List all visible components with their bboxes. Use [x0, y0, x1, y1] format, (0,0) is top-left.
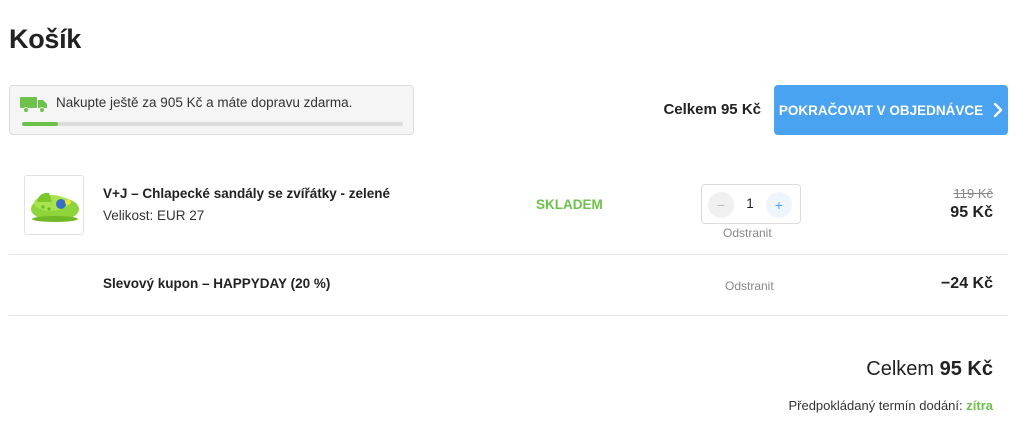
page-title: Košík [9, 24, 82, 54]
product-size: Velikost: EUR 27 [103, 208, 205, 223]
truck-icon [20, 97, 47, 113]
free-shipping-message: Nakupte ještě za 905 Kč a máte dopravu z… [56, 95, 353, 110]
remove-item-link[interactable]: Odstranit [723, 226, 772, 240]
current-price: 95 Kč [950, 204, 993, 221]
sandal-image [25, 176, 83, 234]
delivery-date: zítra [966, 398, 993, 413]
continue-order-label: POKRAČOVAT V OBJEDNÁVCE [778, 102, 984, 118]
remove-coupon-link[interactable]: Odstranit [725, 279, 774, 293]
chevron-right-icon [993, 102, 1003, 118]
coupon-name: Slevový kupon – HAPPYDAY (20 %) [103, 276, 331, 291]
quantity-decrease-button[interactable]: − [708, 192, 734, 218]
product-image[interactable] [24, 175, 84, 235]
product-name[interactable]: V+J – Chlapecké sandály se zvířátky - ze… [103, 186, 390, 201]
cart-total-bottom: Celkem 95 Kč [866, 358, 993, 381]
coupon-row: Slevový kupon – HAPPYDAY (20 %) Odstrani… [9, 255, 1008, 316]
cart-item-row: V+J – Chlapecké sandály se zvířátky - ze… [9, 166, 1008, 255]
shipping-progress-bar [22, 122, 403, 126]
quantity-value[interactable]: 1 [738, 196, 762, 211]
delivery-estimate: Předpokládaný termín dodání: zítra [788, 398, 993, 413]
delivery-label: Předpokládaný termín dodání: [788, 398, 963, 413]
quantity-stepper: − 1 + [701, 184, 801, 224]
quantity-increase-button[interactable]: + [766, 192, 792, 218]
original-price: 119 Kč [953, 186, 993, 201]
shipping-progress-fill [22, 122, 59, 126]
free-shipping-banner: Nakupte ještě za 905 Kč a máte dopravu z… [9, 85, 414, 135]
stock-status-badge: SKLADEM [536, 197, 603, 212]
cart-total-top: Celkem 95 Kč [663, 101, 761, 118]
continue-order-button[interactable]: POKRAČOVAT V OBJEDNÁVCE [774, 85, 1008, 135]
total-label: Celkem [866, 358, 935, 380]
coupon-discount-amount: −24 Kč [940, 275, 993, 292]
total-value: 95 Kč [939, 358, 993, 380]
